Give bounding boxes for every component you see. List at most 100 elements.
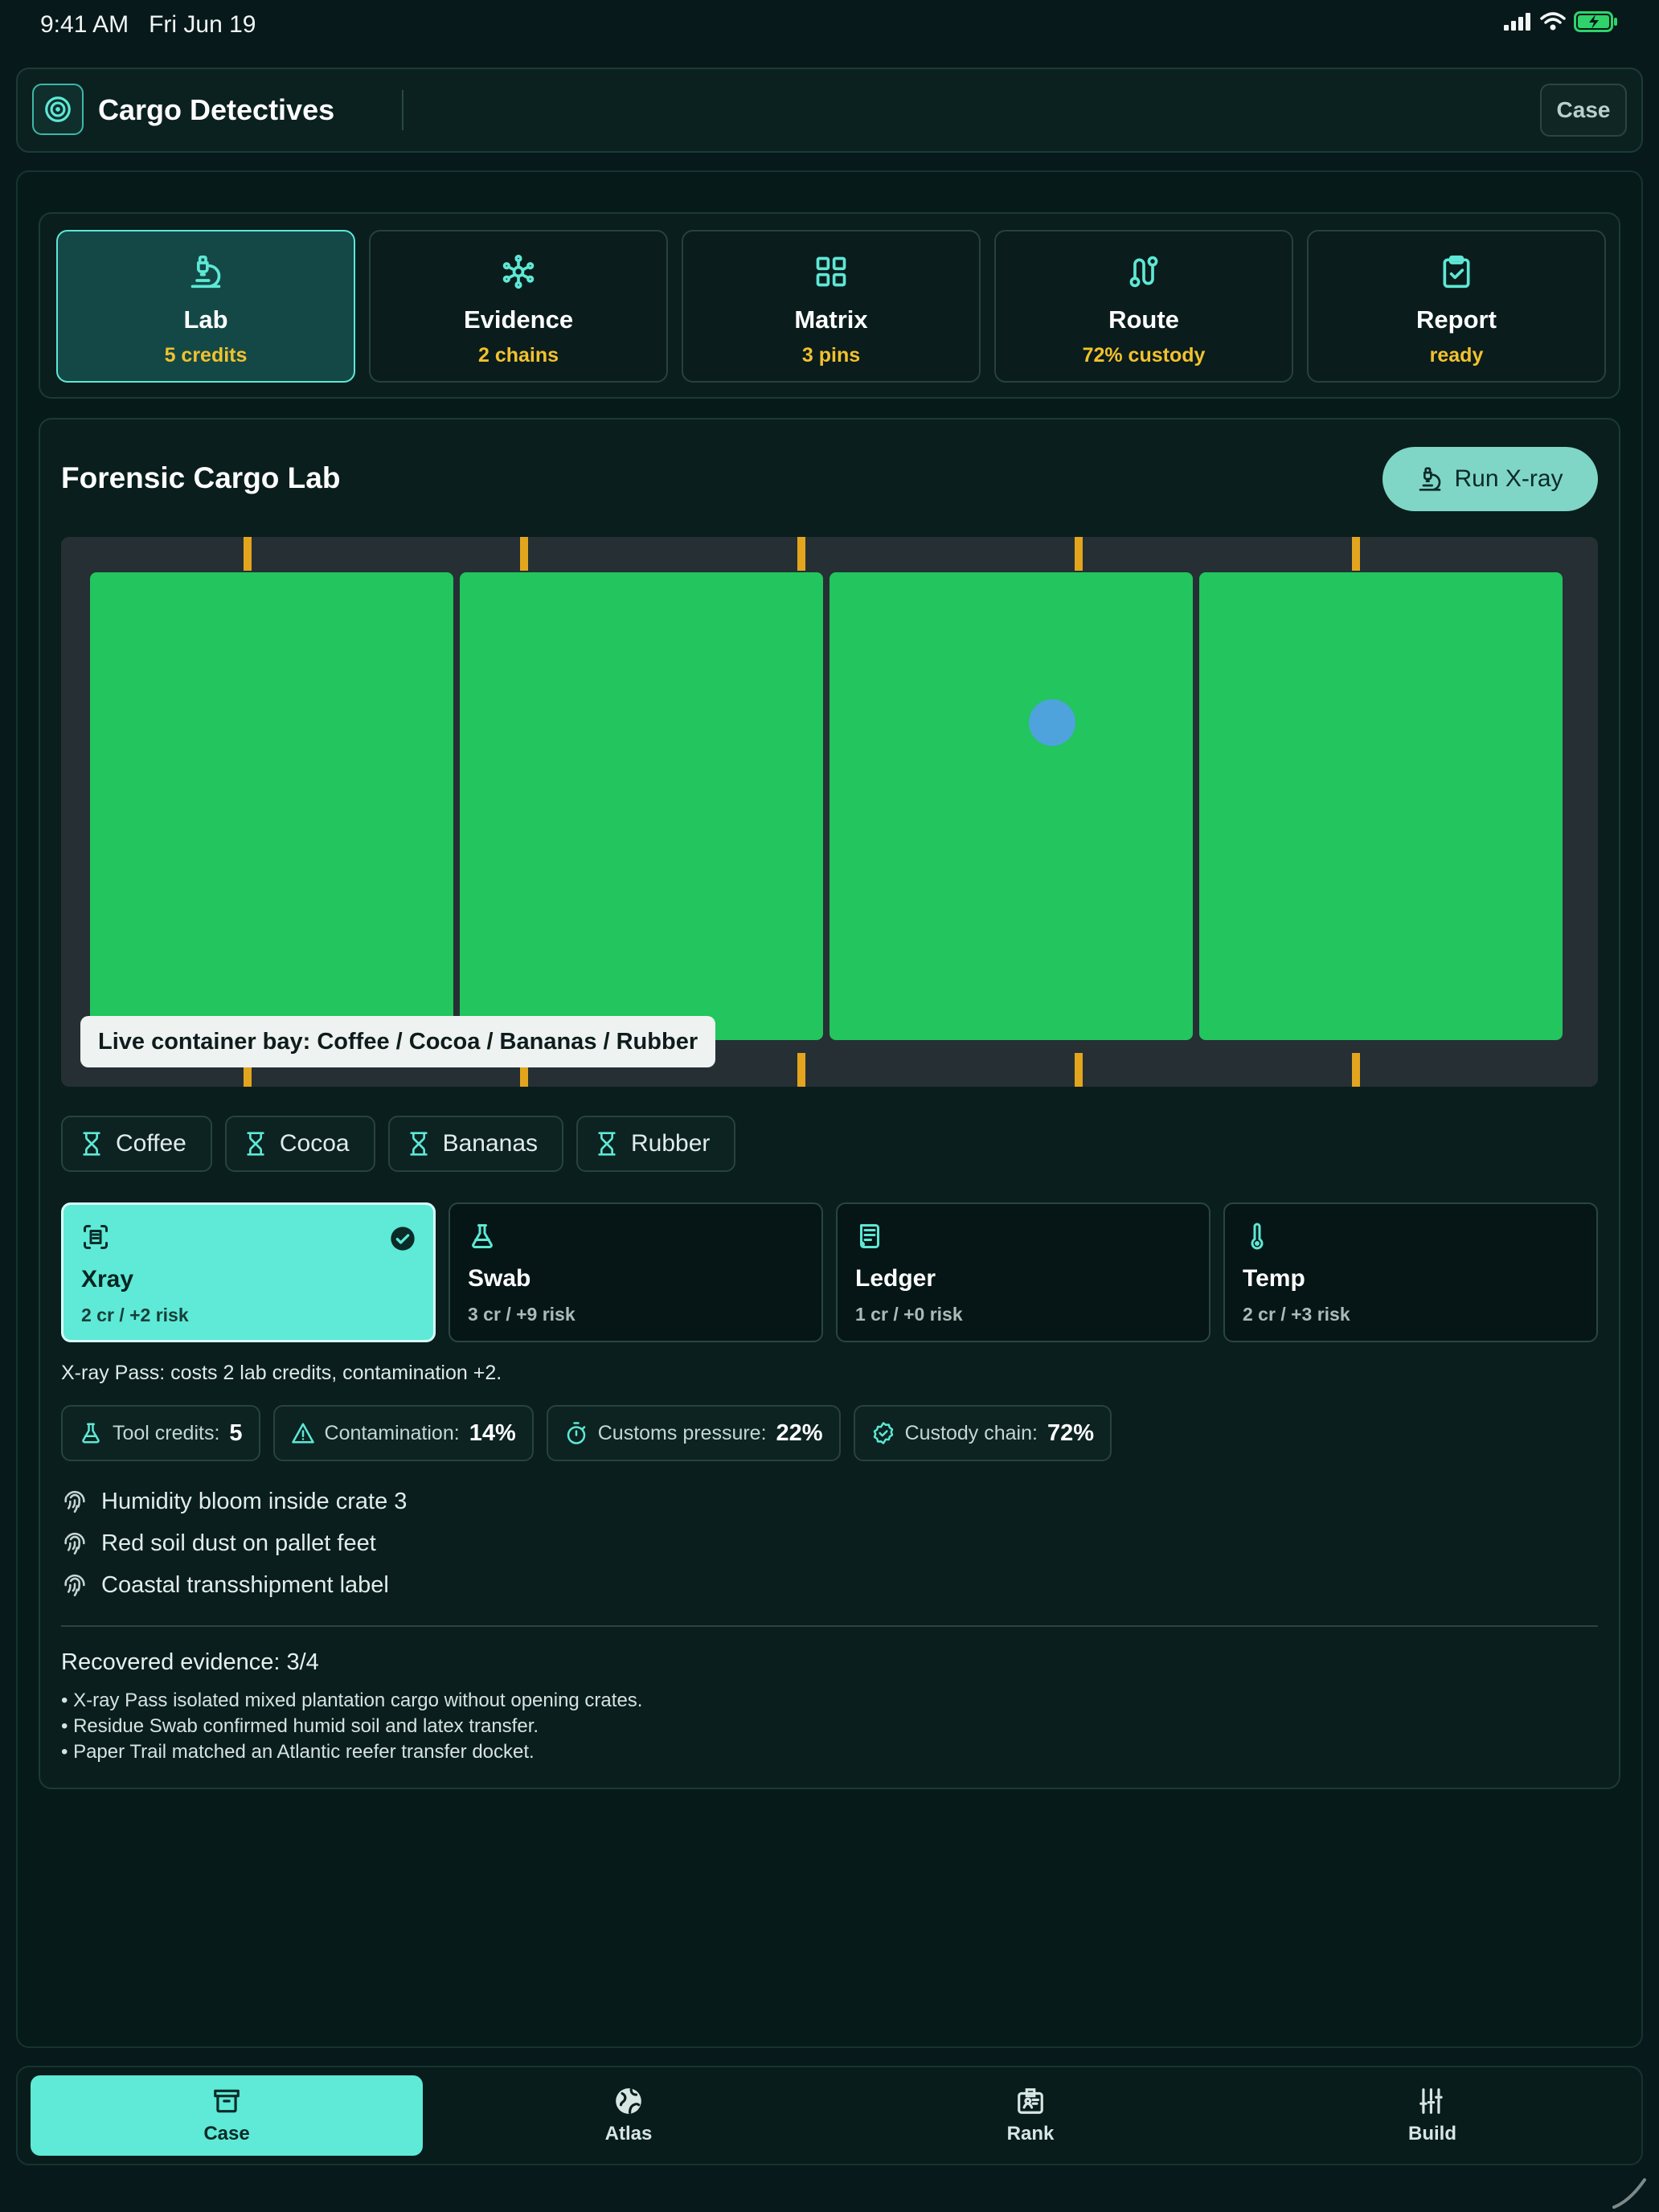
evidence-item: • X-ray Pass isolated mixed plantation c… — [61, 1690, 643, 1711]
tab-label: Matrix — [794, 305, 868, 334]
badge-check-icon — [873, 1422, 893, 1444]
tab-label: Route — [1108, 305, 1179, 334]
tab-sublabel: 3 pins — [801, 344, 861, 367]
fingerprint-icon — [64, 1490, 85, 1514]
nav-label: Build — [1408, 2123, 1456, 2144]
archive-icon — [214, 2089, 240, 2113]
chip-coffee[interactable]: Coffee — [61, 1116, 212, 1172]
rail-marker — [244, 537, 252, 571]
clue-item: Red soil dust on pallet feet — [61, 1522, 407, 1564]
rail-marker — [797, 1053, 805, 1087]
tab-sublabel: 72% custody — [1082, 344, 1206, 367]
stat-custody-chain: Custody chain: 72% — [853, 1405, 1112, 1461]
target-icon — [45, 96, 71, 122]
lab-title: Forensic Cargo Lab — [61, 461, 341, 494]
chip-label: Cocoa — [279, 1130, 350, 1157]
fingerprint-icon — [64, 1574, 85, 1597]
clipboard-check-icon — [1443, 255, 1470, 289]
evidence-item: • Paper Trail matched an Atlantic reefer… — [61, 1741, 535, 1763]
recovered-evidence-list: • X-ray Pass isolated mixed plantation c… — [61, 1690, 642, 1767]
sliders-icon — [1419, 2088, 1443, 2114]
check-circle-icon — [391, 1227, 415, 1251]
container-rubber[interactable] — [1199, 572, 1563, 1040]
app-title: Cargo Detectives — [98, 93, 335, 126]
warning-icon — [291, 1423, 314, 1444]
header-divider — [402, 90, 403, 130]
fingerprint-icon — [64, 1532, 85, 1555]
stat-value: 22% — [776, 1419, 823, 1446]
chip-cocoa[interactable]: Cocoa — [224, 1116, 375, 1172]
globe-icon — [616, 2088, 641, 2114]
clue-text: Coastal transshipment label — [101, 1571, 389, 1598]
clue-text: Humidity bloom inside crate 3 — [101, 1488, 408, 1514]
nav-atlas[interactable]: Atlas — [432, 2075, 825, 2156]
tool-name: Xray — [81, 1266, 134, 1292]
nav-build[interactable]: Build — [1236, 2075, 1628, 2156]
badge-icon — [1018, 2088, 1043, 2114]
tool-ledger[interactable]: Ledger 1 cr / +0 risk — [836, 1202, 1210, 1342]
network-icon — [502, 254, 535, 289]
timer-icon — [567, 1422, 585, 1444]
section-divider — [61, 1625, 1598, 1627]
ledger-icon — [860, 1224, 879, 1248]
clue-list: Humidity bloom inside crate 3 Red soil d… — [61, 1481, 407, 1606]
tab-label: Evidence — [463, 305, 574, 334]
stat-value: 14% — [469, 1419, 516, 1446]
container-bananas[interactable] — [830, 572, 1193, 1040]
tab-matrix[interactable]: Matrix 3 pins — [682, 230, 981, 383]
run-xray-label: Run X-ray — [1454, 465, 1563, 492]
tool-xray[interactable]: Xray 2 cr / +2 risk — [61, 1202, 436, 1342]
tab-label: Lab — [183, 305, 228, 334]
rail-marker — [1352, 537, 1360, 571]
tab-sublabel: 2 chains — [477, 344, 559, 367]
signal-icon — [1504, 13, 1530, 31]
tab-label: Report — [1416, 305, 1497, 334]
app-logo — [32, 84, 84, 135]
stat-label: Contamination: — [324, 1421, 460, 1444]
hourglass-icon — [409, 1132, 428, 1156]
bottom-nav: Case Atlas Rank Build — [16, 2066, 1643, 2165]
clue-item: Humidity bloom inside crate 3 — [61, 1481, 407, 1522]
tab-report[interactable]: Report ready — [1307, 230, 1606, 383]
status-time: 9:41 AM Fri Jun 19 — [40, 11, 256, 39]
recovered-evidence-title: Recovered evidence: 3/4 — [61, 1649, 319, 1675]
scan-probe-marker[interactable] — [1029, 699, 1075, 746]
case-button[interactable]: Case — [1540, 84, 1627, 137]
tool-name: Swab — [468, 1265, 531, 1292]
tab-evidence[interactable]: Evidence 2 chains — [369, 230, 668, 383]
microscope-icon — [190, 255, 221, 289]
nav-case[interactable]: Case — [31, 2075, 423, 2156]
resize-handle-icon — [1612, 2178, 1646, 2209]
tool-cost: 2 cr / +2 risk — [81, 1305, 189, 1325]
rail-marker — [1352, 1053, 1360, 1087]
tool-cost: 1 cr / +0 risk — [855, 1304, 963, 1325]
bay-label: Live container bay: Coffee / Cocoa / Ban… — [80, 1016, 716, 1067]
tool-swab[interactable]: Swab 3 cr / +9 risk — [449, 1202, 823, 1342]
nav-label: Rank — [1006, 2123, 1055, 2144]
chip-bananas[interactable]: Bananas — [387, 1116, 564, 1172]
stat-label: Custody chain: — [904, 1421, 1038, 1444]
hourglass-icon — [247, 1132, 264, 1156]
status-clock: 9:41 AM — [40, 11, 129, 38]
tool-temp[interactable]: Temp 2 cr / +3 risk — [1223, 1202, 1598, 1342]
tab-route[interactable]: Route 72% custody — [994, 230, 1293, 383]
chip-rubber[interactable]: Rubber — [576, 1116, 736, 1172]
cargo-chips: Coffee Cocoa Bananas Rubber — [61, 1116, 736, 1172]
evidence-item: • Residue Swab confirmed humid soil and … — [61, 1715, 539, 1737]
tool-name: Temp — [1243, 1265, 1305, 1292]
grid-icon — [816, 256, 846, 287]
battery-icon — [1574, 11, 1617, 32]
tool-cost: 3 cr / +9 risk — [468, 1304, 576, 1325]
nav-rank[interactable]: Rank — [834, 2075, 1227, 2156]
container-cocoa[interactable] — [460, 572, 823, 1040]
app-header: Cargo Detectives Case — [16, 68, 1643, 153]
container-coffee[interactable] — [90, 572, 453, 1040]
tab-lab[interactable]: Lab 5 credits — [56, 230, 355, 383]
route-icon — [1129, 256, 1158, 288]
flask-icon — [472, 1224, 493, 1248]
status-bar: 9:41 AM Fri Jun 19 — [0, 0, 1659, 51]
run-xray-button[interactable]: Run X-ray — [1382, 447, 1598, 511]
chip-label: Bananas — [442, 1130, 539, 1157]
clue-text: Red soil dust on pallet feet — [101, 1530, 376, 1556]
scan-icon — [84, 1225, 108, 1249]
